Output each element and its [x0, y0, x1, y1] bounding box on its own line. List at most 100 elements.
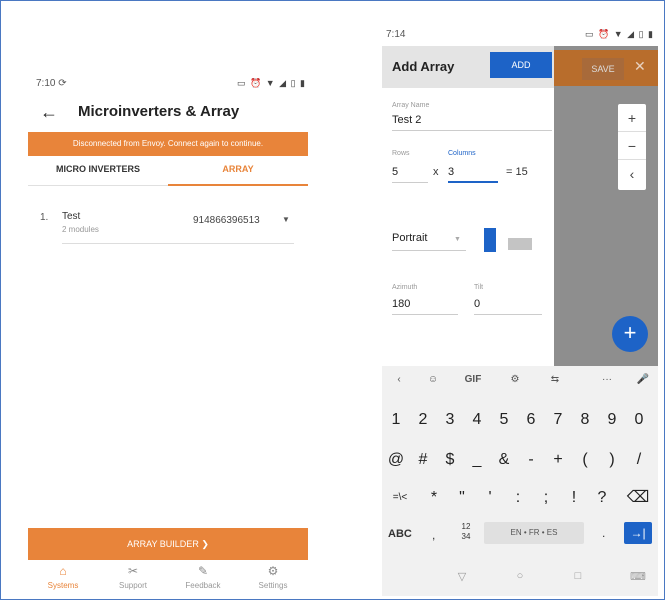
translate-icon[interactable]: ⇆: [544, 374, 566, 385]
key[interactable]: ": [450, 484, 474, 512]
key[interactable]: /: [627, 446, 651, 474]
fraction-bottom: 34: [461, 532, 471, 541]
space-bar[interactable]: EN • FR • ES: [484, 522, 584, 544]
nav-item-settings[interactable]: ⚙ Settings: [238, 564, 308, 598]
key[interactable]: 0: [627, 406, 651, 434]
keyboard-back-icon[interactable]: ‹: [388, 374, 410, 385]
key[interactable]: ;: [534, 484, 558, 512]
bottom-nav: ⌂ Systems ✂ Support ✎ Feedback ⚙ Setting…: [28, 564, 308, 598]
orientation-select[interactable]: Portrait: [392, 232, 427, 244]
key[interactable]: 3: [438, 406, 462, 434]
key[interactable]: 5: [492, 406, 516, 434]
gif-button[interactable]: GIF: [462, 374, 484, 385]
save-button[interactable]: SAVE: [582, 58, 624, 80]
nav-item-systems[interactable]: ⌂ Systems: [28, 564, 98, 598]
tilt-underline: [474, 314, 542, 315]
list-item[interactable]: 1. Test 2 modules 914866396513 ▼: [28, 206, 308, 246]
close-icon[interactable]: ✕: [634, 58, 646, 75]
columns-underline: [448, 181, 498, 183]
map-zoom-controls: + − ‹: [618, 104, 646, 190]
comma-key[interactable]: ,: [432, 528, 435, 542]
key[interactable]: 4: [465, 406, 489, 434]
key[interactable]: 7: [546, 406, 570, 434]
recents-square-icon[interactable]: □: [568, 570, 588, 582]
zoom-in-button[interactable]: +: [618, 104, 646, 132]
tilt-label: Tilt: [474, 284, 484, 291]
key[interactable]: 6: [519, 406, 543, 434]
status-icons: ▭ ⏰ ▼ ◢ ▯ ▮: [585, 29, 654, 39]
sticker-icon[interactable]: ☺: [422, 374, 444, 385]
keyboard-icon[interactable]: ⌨: [628, 570, 648, 583]
key[interactable]: (: [573, 446, 597, 474]
azimuth-underline: [392, 314, 458, 315]
key[interactable]: &: [492, 446, 516, 474]
key[interactable]: !: [562, 484, 586, 512]
tab-micro-inverters[interactable]: MICRO INVERTERS: [28, 158, 168, 186]
key[interactable]: _: [465, 446, 489, 474]
azimuth-field[interactable]: 180: [392, 298, 410, 310]
collapse-button[interactable]: ‹: [618, 160, 646, 188]
home-circle-icon[interactable]: ○: [510, 570, 530, 582]
system-nav-bar: ▽ ○ □ ⌨: [382, 562, 658, 592]
period-key[interactable]: .: [602, 526, 605, 540]
nav-item-feedback[interactable]: ✎ Feedback: [168, 564, 238, 598]
rows-underline: [392, 182, 428, 183]
tilt-field[interactable]: 0: [474, 298, 480, 310]
divider: [62, 243, 294, 244]
add-fab-button[interactable]: +: [612, 316, 648, 352]
key[interactable]: -: [519, 446, 543, 474]
key[interactable]: ?: [590, 484, 614, 512]
abc-key[interactable]: ABC: [388, 524, 416, 544]
key[interactable]: #: [411, 446, 435, 474]
rows-field[interactable]: 5: [392, 166, 398, 178]
columns-field[interactable]: 3: [448, 166, 454, 178]
backspace-icon[interactable]: ⌫: [626, 484, 650, 512]
wrench-icon: ✂: [127, 564, 139, 578]
nav-item-support[interactable]: ✂ Support: [98, 564, 168, 598]
array-builder-button[interactable]: ARRAY BUILDER ❯: [28, 528, 308, 560]
azimuth-label: Azimuth: [392, 284, 418, 291]
status-icons: ▭ ⏰ ▼ ◢ ▯ ▮: [237, 78, 306, 88]
key[interactable]: $: [438, 446, 462, 474]
add-button[interactable]: ADD: [490, 52, 552, 78]
key[interactable]: ': [478, 484, 502, 512]
key[interactable]: 8: [573, 406, 597, 434]
array-name-label: Array Name: [392, 102, 430, 109]
enter-key[interactable]: →|: [624, 522, 652, 544]
key[interactable]: +: [546, 446, 570, 474]
key[interactable]: @: [384, 446, 408, 474]
tab-bar: MICRO INVERTERS ARRAY: [28, 158, 308, 186]
keyboard-toolbar: ‹ ☺ GIF ⚙ ⇆ ··· 🎤: [382, 366, 658, 398]
key[interactable]: :: [506, 484, 530, 512]
key[interactable]: 2: [411, 406, 435, 434]
array-name-field[interactable]: Test 2: [392, 114, 421, 126]
key[interactable]: ): [600, 446, 624, 474]
right-phone-screen: 7:14 ▭ ⏰ ▼ ◢ ▯ ▮ SAVE ✕ + − ‹ + Add Arra…: [382, 24, 658, 596]
gear-icon[interactable]: ⚙: [504, 374, 526, 385]
fraction-top: 12: [461, 522, 471, 531]
key[interactable]: 9: [600, 406, 624, 434]
tab-array[interactable]: ARRAY: [168, 158, 308, 186]
zoom-out-button[interactable]: −: [618, 132, 646, 160]
chevron-down-icon[interactable]: ▼: [282, 215, 290, 224]
module-total: = 15: [506, 166, 528, 178]
portrait-tile-icon[interactable]: [484, 228, 496, 252]
status-time: 7:10 ⟳: [36, 78, 67, 89]
app-bar: ← Microinverters & Array: [28, 100, 308, 128]
back-arrow-icon[interactable]: ←: [40, 102, 58, 123]
microphone-icon[interactable]: 🎤: [632, 374, 654, 385]
key[interactable]: *: [422, 484, 446, 512]
fraction-key[interactable]: 12 34: [458, 522, 474, 542]
columns-label: Columns: [448, 150, 476, 157]
orientation-underline: [392, 250, 466, 251]
key[interactable]: =\<: [386, 484, 414, 512]
back-triangle-icon[interactable]: ▽: [452, 570, 472, 583]
nav-label: Systems: [47, 581, 79, 590]
chevron-down-icon[interactable]: ▼: [454, 236, 461, 243]
map-scrim: [554, 46, 658, 366]
key[interactable]: 1: [384, 406, 408, 434]
left-phone-screen: 7:10 ⟳ ▭ ⏰ ▼ ◢ ▯ ▮ ← Microinverters & Ar…: [28, 8, 308, 598]
numeric-keyboard: ‹ ☺ GIF ⚙ ⇆ ··· 🎤 1 2 3 4 5 6 7 8 9 0 @ …: [382, 366, 658, 596]
landscape-tile-icon[interactable]: [508, 238, 532, 250]
more-icon[interactable]: ···: [596, 374, 618, 385]
